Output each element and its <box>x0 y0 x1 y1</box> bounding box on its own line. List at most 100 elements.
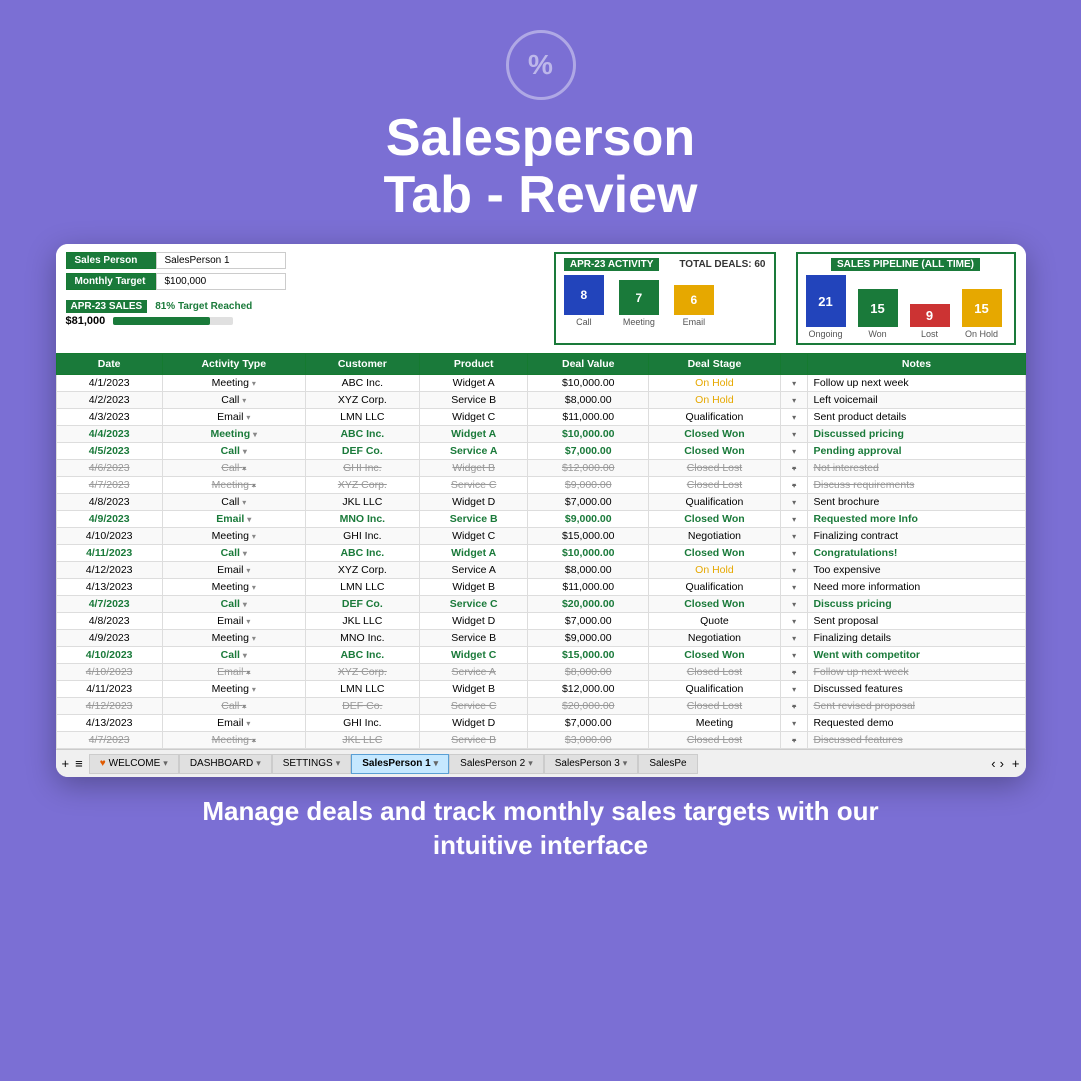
table-row: 4/10/2023 Call ▾ ABC Inc. Widget C $15,0… <box>56 647 1025 664</box>
pipeline-lost-box: 9 <box>910 304 950 327</box>
cell-value: $9,000.00 <box>528 511 649 528</box>
tab-salesperson2[interactable]: SalesPerson 2 ▾ <box>449 754 544 774</box>
cell-date: 4/3/2023 <box>56 409 162 426</box>
cell-dropdown[interactable]: ▾ <box>780 409 808 426</box>
cell-dropdown[interactable]: ▾ <box>780 562 808 579</box>
col-deal-stage: Deal Stage <box>649 354 781 375</box>
cell-date: 4/6/2023 <box>56 460 162 477</box>
cell-stage: Closed Lost <box>649 664 781 681</box>
nav-right-icon[interactable]: › <box>1000 756 1004 771</box>
cell-date: 4/10/2023 <box>56 664 162 681</box>
cell-date: 4/8/2023 <box>56 494 162 511</box>
cell-dropdown[interactable]: ▾ <box>780 511 808 528</box>
cell-type: Email ▾ <box>162 511 305 528</box>
pipeline-lost: 9 Lost <box>910 304 950 339</box>
cell-customer: LMN LLC <box>305 579 419 596</box>
cell-value: $8,000.00 <box>528 562 649 579</box>
table-row: 4/7/2023 Meeting ▾ XYZ Corp. Service C $… <box>56 477 1025 494</box>
cell-dropdown[interactable]: ▾ <box>780 443 808 460</box>
add-sheet-icon[interactable]: + <box>1012 756 1020 771</box>
menu-icon[interactable]: ≡ <box>75 756 83 771</box>
table-row: 4/2/2023 Call ▾ XYZ Corp. Service B $8,0… <box>56 392 1025 409</box>
pipeline-won-box: 15 <box>858 289 898 327</box>
table-row: 4/11/2023 Meeting ▾ LMN LLC Widget B $12… <box>56 681 1025 698</box>
cell-product: Service B <box>419 630 527 647</box>
cell-stage: Meeting <box>649 715 781 732</box>
cell-dropdown[interactable]: ▾ <box>780 681 808 698</box>
cell-dropdown[interactable]: ▾ <box>780 596 808 613</box>
cell-customer: XYZ Corp. <box>305 562 419 579</box>
table-row: 4/6/2023 Call ▾ GHI Inc. Widget B $12,00… <box>56 460 1025 477</box>
cell-product: Widget A <box>419 375 527 392</box>
nav-left-icon[interactable]: ‹ <box>991 756 995 771</box>
bar-meeting-label: Meeting <box>623 317 655 327</box>
cell-dropdown[interactable]: ▾ <box>780 664 808 681</box>
tab-salesperson1[interactable]: SalesPerson 1 ▾ <box>351 754 449 774</box>
cell-stage: Closed Won <box>649 443 781 460</box>
cell-dropdown[interactable]: ▾ <box>780 477 808 494</box>
tab-settings[interactable]: SETTINGS ▾ <box>272 754 352 774</box>
cell-value: $7,000.00 <box>528 494 649 511</box>
cell-dropdown[interactable]: ▾ <box>780 732 808 749</box>
cell-type: Call ▾ <box>162 494 305 511</box>
tab-bar: + ≡ ♥ WELCOME ▾ DASHBOARD ▾ SETTINGS ▾ S… <box>56 749 1026 777</box>
cell-stage: Qualification <box>649 579 781 596</box>
salesperson-label: Sales Person <box>66 252 156 269</box>
bar-email-box: 6 <box>674 285 714 315</box>
cell-customer: LMN LLC <box>305 409 419 426</box>
cell-notes: Follow up next week <box>808 664 1025 681</box>
cell-dropdown[interactable]: ▾ <box>780 528 808 545</box>
cell-product: Widget C <box>419 647 527 664</box>
cell-value: $7,000.00 <box>528 443 649 460</box>
cell-customer: XYZ Corp. <box>305 392 419 409</box>
cell-stage: Qualification <box>649 681 781 698</box>
cell-dropdown[interactable]: ▾ <box>780 494 808 511</box>
cell-type: Email ▾ <box>162 409 305 426</box>
cell-dropdown[interactable]: ▾ <box>780 545 808 562</box>
pipeline-ongoing-box: 21 <box>806 275 846 327</box>
cell-notes: Discussed features <box>808 681 1025 698</box>
cell-dropdown[interactable]: ▾ <box>780 630 808 647</box>
col-date: Date <box>56 354 162 375</box>
cell-notes: Sent proposal <box>808 613 1025 630</box>
cell-notes: Discussed pricing <box>808 426 1025 443</box>
cell-dropdown[interactable]: ▾ <box>780 613 808 630</box>
cell-product: Widget D <box>419 613 527 630</box>
cell-dropdown[interactable]: ▾ <box>780 698 808 715</box>
activity-bars: 8 Call 7 Meeting 6 Email <box>564 275 714 327</box>
bar-email-label: Email <box>683 317 706 327</box>
cell-dropdown[interactable]: ▾ <box>780 460 808 477</box>
cell-type: Email ▾ <box>162 664 305 681</box>
cell-dropdown[interactable]: ▾ <box>780 579 808 596</box>
col-notes: Notes <box>808 354 1025 375</box>
cell-customer: ABC Inc. <box>305 545 419 562</box>
add-tab-icon[interactable]: + <box>62 756 70 771</box>
cell-notes: Need more information <box>808 579 1025 596</box>
spreadsheet-wrapper: Sales Person SalesPerson 1 Monthly Targe… <box>56 244 1026 777</box>
table-row: 4/8/2023 Call ▾ JKL LLC Widget D $7,000.… <box>56 494 1025 511</box>
cell-type: Call ▾ <box>162 647 305 664</box>
table-row: 4/12/2023 Email ▾ XYZ Corp. Service A $8… <box>56 562 1025 579</box>
cell-stage: Qualification <box>649 494 781 511</box>
monthly-target-label: Monthly Target <box>66 273 156 290</box>
cell-dropdown[interactable]: ▾ <box>780 426 808 443</box>
cell-notes: Too expensive <box>808 562 1025 579</box>
cell-notes: Left voicemail <box>808 392 1025 409</box>
cell-product: Widget C <box>419 409 527 426</box>
cell-dropdown[interactable]: ▾ <box>780 375 808 392</box>
cell-value: $12,000.00 <box>528 681 649 698</box>
cell-customer: DEF Co. <box>305 596 419 613</box>
cell-value: $8,000.00 <box>528 392 649 409</box>
col-product: Product <box>419 354 527 375</box>
tab-welcome[interactable]: ♥ WELCOME ▾ <box>89 754 179 774</box>
cell-dropdown[interactable]: ▾ <box>780 392 808 409</box>
cell-date: 4/11/2023 <box>56 681 162 698</box>
cell-date: 4/2/2023 <box>56 392 162 409</box>
cell-dropdown[interactable]: ▾ <box>780 715 808 732</box>
tab-dashboard[interactable]: DASHBOARD ▾ <box>179 754 272 774</box>
cell-stage: Closed Won <box>649 511 781 528</box>
tab-salespe[interactable]: SalesPe <box>638 754 697 774</box>
tab-salesperson3[interactable]: SalesPerson 3 ▾ <box>544 754 639 774</box>
cell-type: Meeting ▾ <box>162 579 305 596</box>
cell-dropdown[interactable]: ▾ <box>780 647 808 664</box>
